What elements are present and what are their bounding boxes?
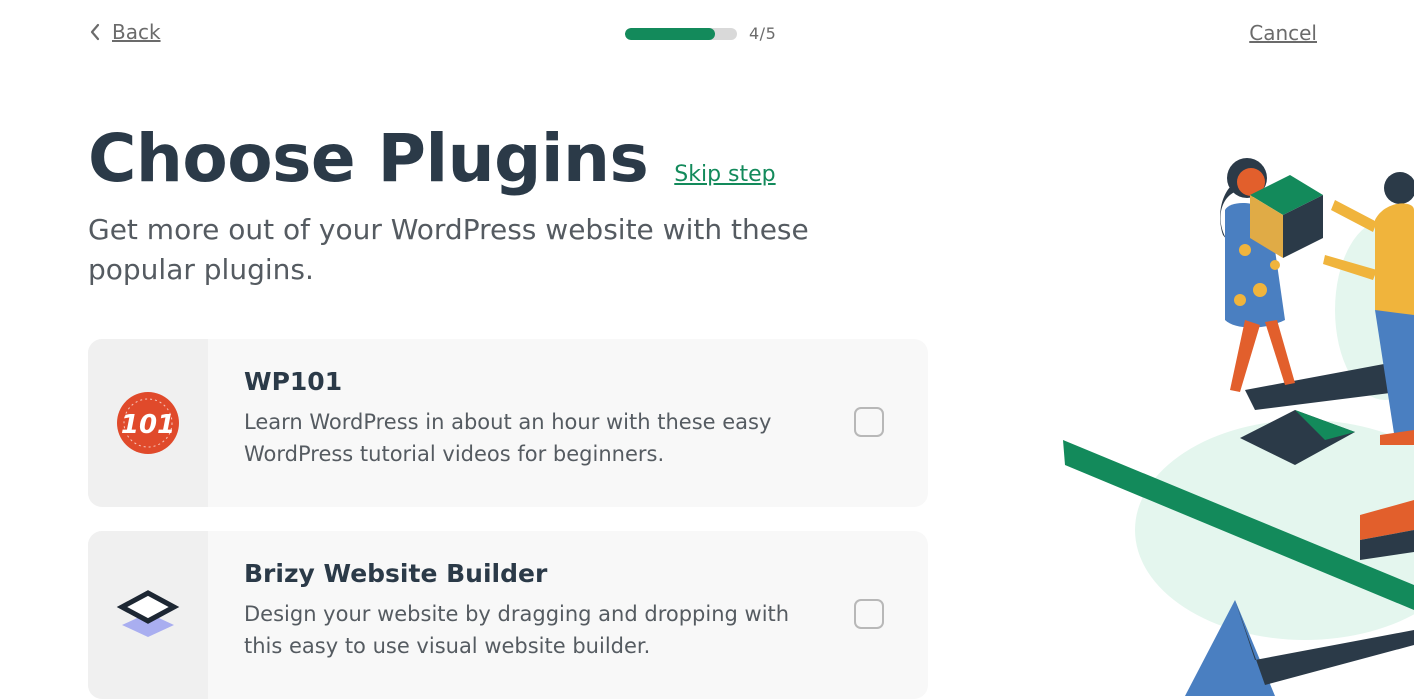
plugin-logo-container <box>88 531 208 699</box>
plugin-logo-container: 101 <box>88 339 208 507</box>
page-title: Choose Plugins <box>88 120 649 197</box>
progress-indicator: 4/5 <box>625 24 776 43</box>
plugin-name: WP101 <box>244 367 343 396</box>
brizy-logo-icon <box>116 590 180 637</box>
progress-step-label: 4/5 <box>749 24 777 43</box>
cancel-link[interactable]: Cancel <box>1249 21 1317 45</box>
wp101-logo-icon: 101 <box>117 392 179 454</box>
plugin-description: Learn WordPress in about an hour with th… <box>244 410 772 466</box>
plugin-card-brizy[interactable]: Brizy Website Builder Design your websit… <box>88 531 928 699</box>
plugin-name: Brizy Website Builder <box>244 559 548 588</box>
wp101-logo-text: 101 <box>121 410 175 440</box>
plugin-checkbox-wp101[interactable] <box>854 407 884 437</box>
skip-step-link[interactable]: Skip step <box>674 162 775 187</box>
chevron-left-icon <box>90 23 100 41</box>
plugin-description: Design your website by dragging and drop… <box>244 602 790 658</box>
plugin-card-wp101[interactable]: 101 WP101 Learn WordPress in about an ho… <box>88 339 928 507</box>
people-illustration <box>1063 158 1414 696</box>
title-row: Choose Plugins Skip step <box>88 120 776 197</box>
back-control[interactable]: Back <box>88 20 161 44</box>
progress-fill <box>625 27 715 40</box>
page-subtitle: Get more out of your WordPress website w… <box>88 213 809 286</box>
plugin-checkbox-brizy[interactable] <box>854 599 884 629</box>
progress-track <box>625 27 737 40</box>
back-link[interactable]: Back <box>112 20 161 44</box>
